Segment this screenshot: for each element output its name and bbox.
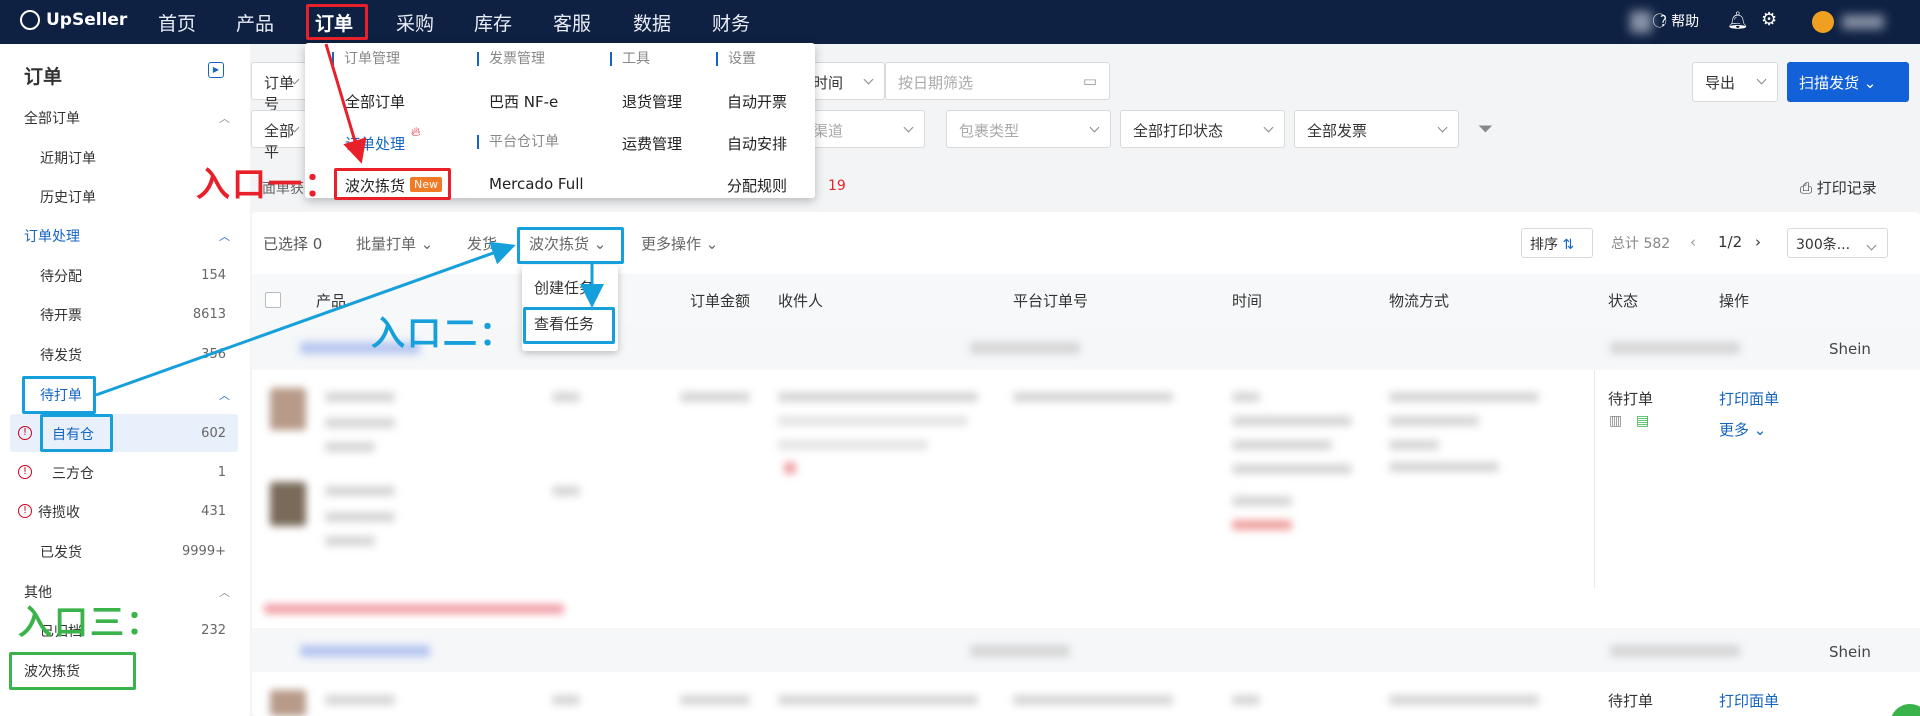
red-arrow: [324, 43, 367, 164]
annotation-entry-one: 入口一：: [196, 165, 340, 205]
annotation-arrows: [95, 43, 604, 397]
annotation-entry-three: 入口三：: [18, 603, 162, 643]
annotation-entry-two: 入口二：: [371, 314, 515, 354]
